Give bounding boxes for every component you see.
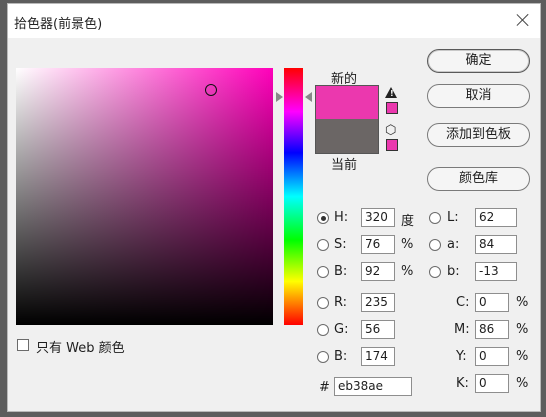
add-to-swatches-button[interactable]: 添加到色板 [427, 123, 530, 147]
b-hsb-unit: % [401, 264, 414, 279]
b-rgb-label: B: [334, 349, 348, 364]
radio-l[interactable] [429, 212, 441, 224]
hue-slider[interactable] [284, 68, 303, 325]
radio-a[interactable] [429, 239, 441, 251]
hex-label: # [319, 380, 330, 395]
current-color-swatch[interactable] [315, 119, 379, 154]
color-libraries-button[interactable]: 颜色库 [427, 167, 530, 191]
hex-field[interactable]: eb38ae [334, 377, 412, 396]
hue-slider-right-arrow-icon[interactable] [305, 92, 312, 102]
y-field[interactable]: 0 [475, 347, 509, 366]
radio-g[interactable] [317, 324, 329, 336]
l-field[interactable]: 62 [475, 208, 517, 227]
saturation-brightness-field[interactable] [16, 68, 273, 325]
websafe-swatch[interactable] [386, 139, 398, 151]
cancel-button[interactable]: 取消 [427, 84, 530, 108]
dialog-title: 拾色器(前景色) [14, 17, 103, 32]
warning-icon[interactable]: ! [385, 87, 397, 98]
s-unit: % [401, 237, 414, 252]
out-of-gamut-swatch[interactable] [386, 102, 398, 114]
radio-s[interactable] [317, 239, 329, 251]
r-label: R: [334, 295, 348, 310]
radio-h[interactable] [317, 212, 329, 224]
h-field[interactable]: 320 [361, 208, 395, 227]
s-label: S: [334, 237, 347, 252]
c-label: C: [456, 295, 470, 310]
radio-b-rgb[interactable] [317, 351, 329, 363]
m-unit: % [516, 322, 529, 337]
h-label: H: [334, 210, 349, 225]
ok-button[interactable]: 确定 [427, 49, 530, 73]
k-field[interactable]: 0 [475, 374, 509, 393]
c-unit: % [516, 295, 529, 310]
r-field[interactable]: 235 [361, 293, 395, 312]
title-bar: 拾色器(前景色) [8, 4, 540, 38]
hue-slider-left-arrow-icon[interactable] [276, 92, 283, 102]
c-field[interactable]: 0 [475, 293, 509, 312]
b-lab-field[interactable]: -13 [475, 262, 517, 281]
m-field[interactable]: 86 [475, 320, 509, 339]
b-lab-label: b: [447, 264, 460, 279]
k-unit: % [516, 376, 529, 391]
b-hsb-field[interactable]: 92 [361, 262, 395, 281]
y-label: Y: [456, 349, 467, 364]
a-label: a: [447, 237, 460, 252]
radio-r[interactable] [317, 297, 329, 309]
color-picker-dialog: 拾色器(前景色) 新的 当前 ! ⬡ 确定 取消 添加到色板 颜色库 H: 32… [7, 3, 541, 412]
web-colors-label: 只有 Web 颜色 [36, 341, 125, 356]
picker-cursor[interactable] [205, 84, 217, 96]
radio-b-hsb[interactable] [317, 266, 329, 278]
k-label: K: [456, 376, 469, 391]
m-label: M: [454, 322, 470, 337]
cube-icon[interactable]: ⬡ [385, 124, 396, 137]
web-colors-checkbox[interactable] [17, 339, 29, 351]
y-unit: % [516, 349, 529, 364]
a-field[interactable]: 84 [475, 235, 517, 254]
g-field[interactable]: 56 [361, 320, 395, 339]
g-label: G: [334, 322, 349, 337]
close-icon[interactable] [514, 11, 532, 29]
b-rgb-field[interactable]: 174 [361, 347, 395, 366]
l-label: L: [447, 210, 459, 225]
s-field[interactable]: 76 [361, 235, 395, 254]
b-hsb-label: B: [334, 264, 348, 279]
radio-b-lab[interactable] [429, 266, 441, 278]
new-color-swatch [315, 85, 379, 120]
h-unit: 度 [401, 214, 415, 229]
current-color-label: 当前 [331, 158, 358, 173]
